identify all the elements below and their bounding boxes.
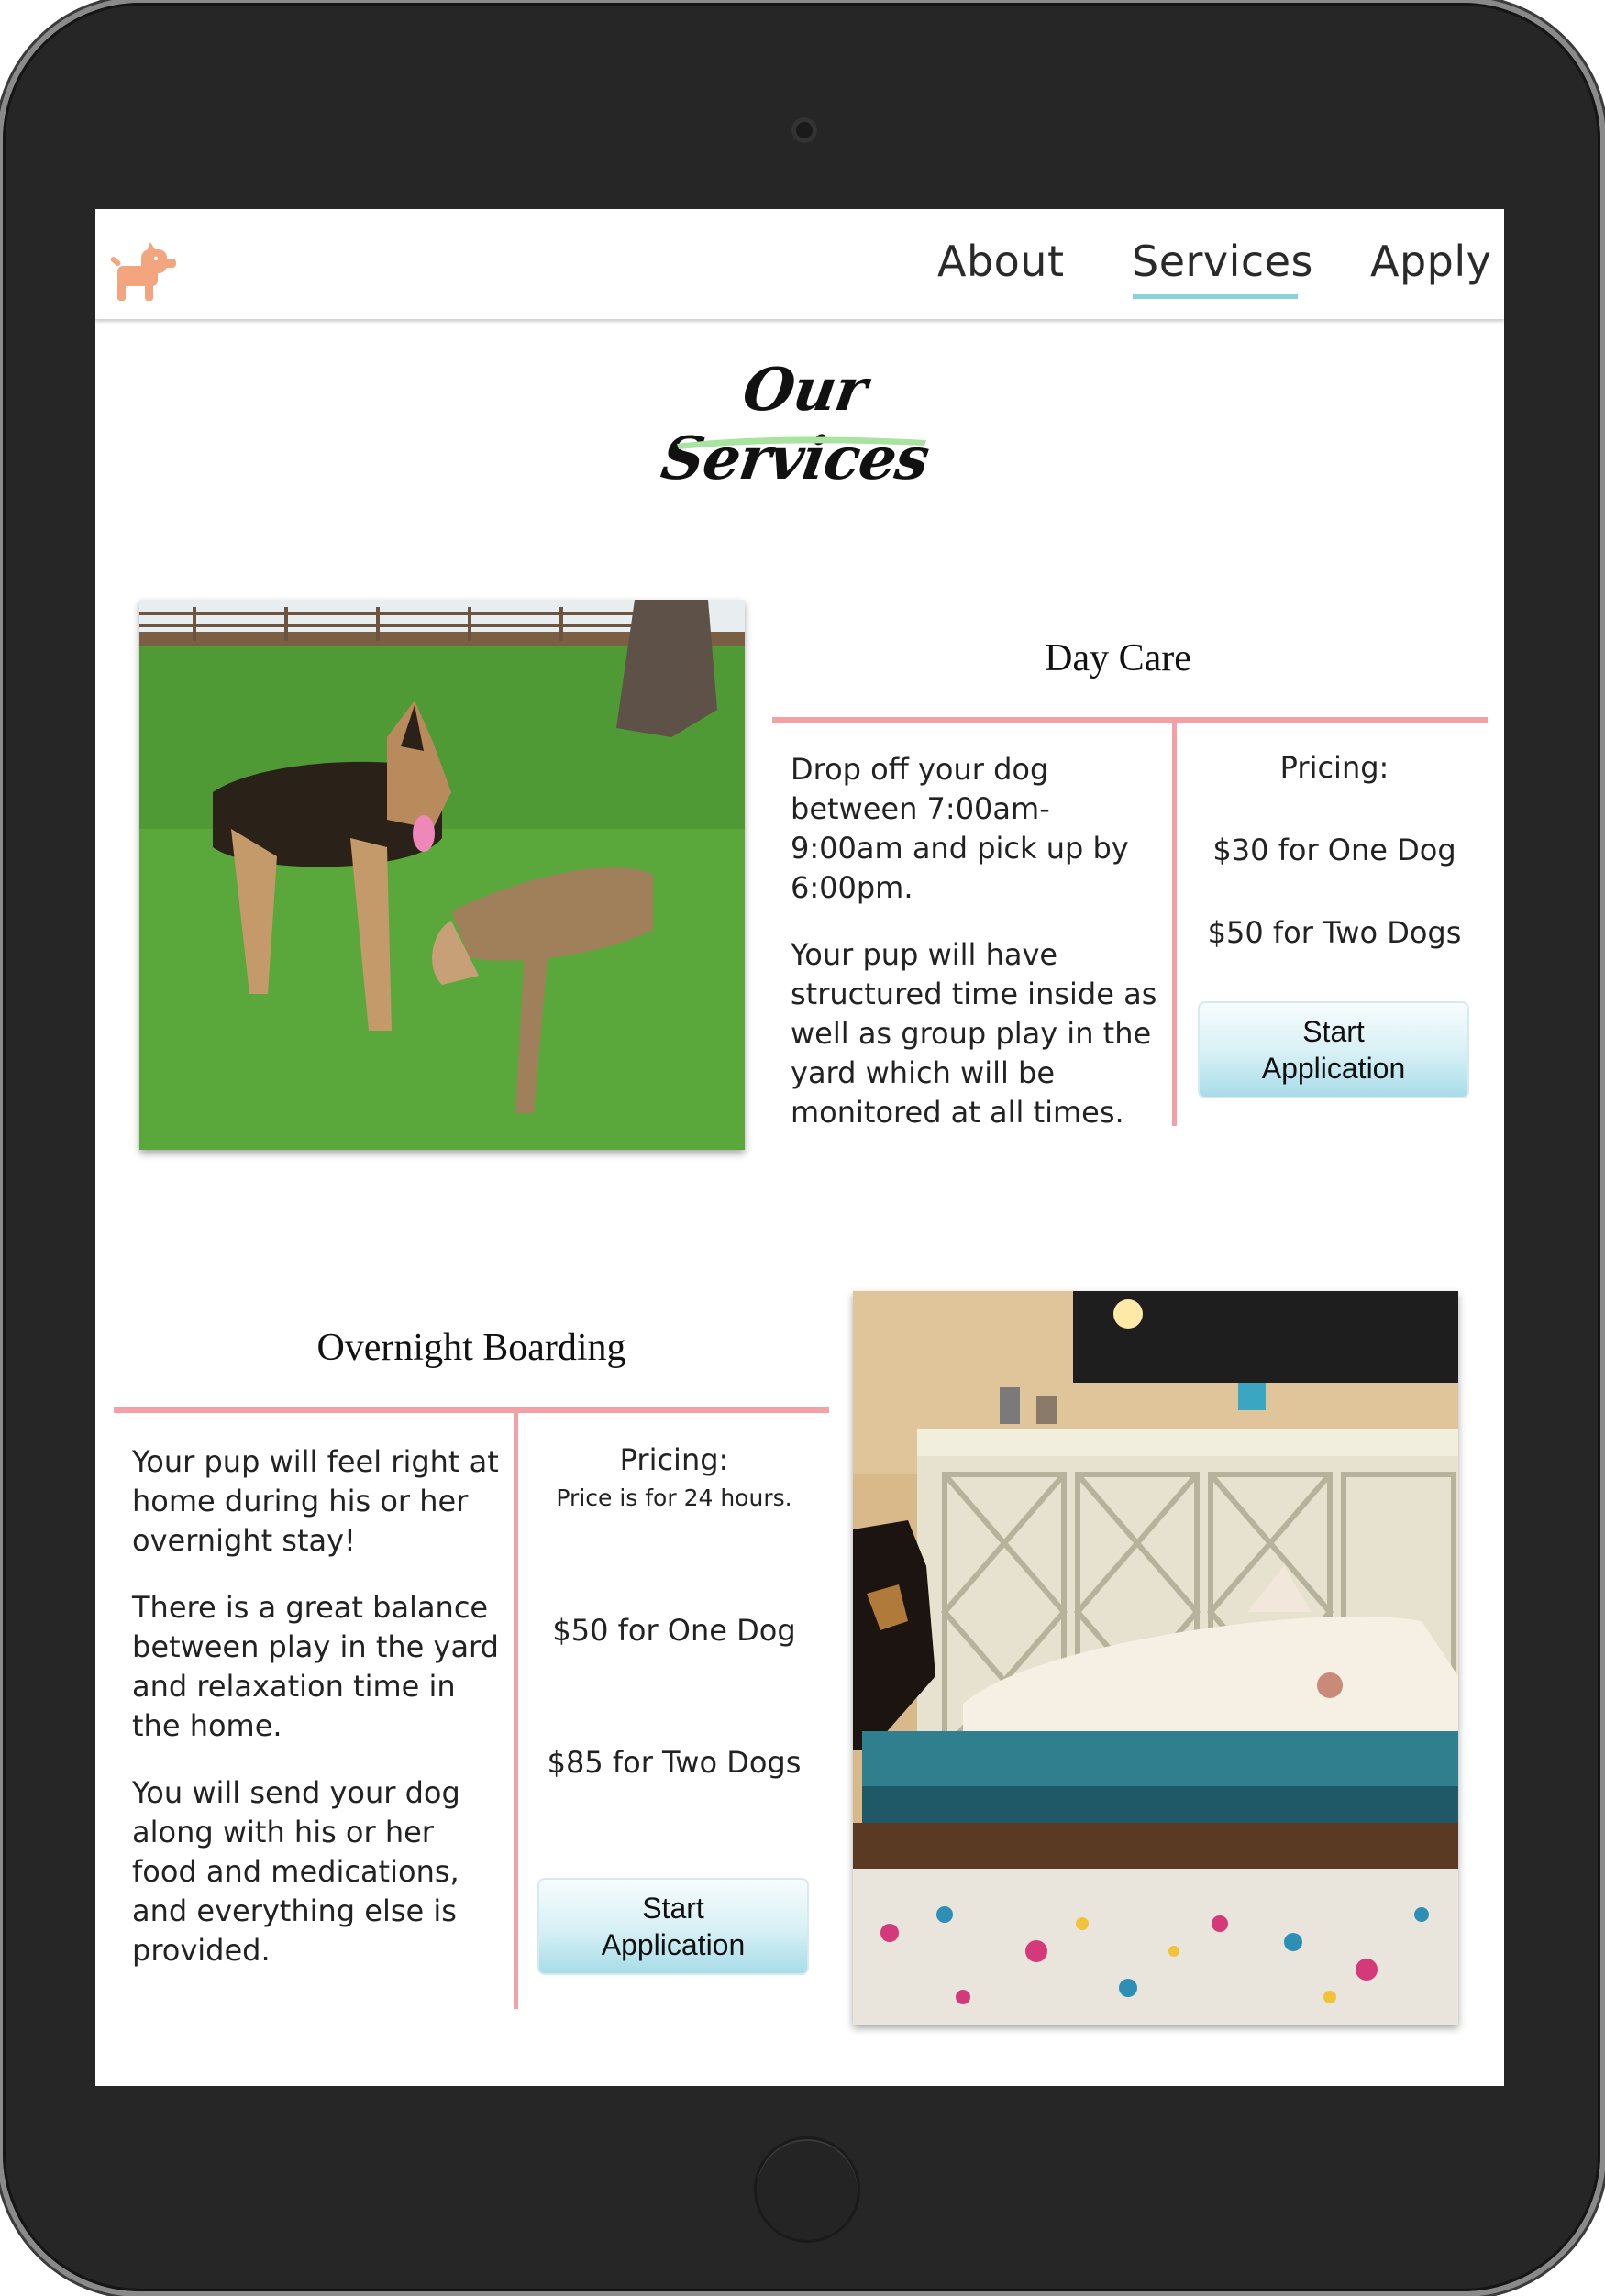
navbar: About Services Apply — [95, 209, 1504, 319]
overnight-pricing: Pricing: Price is for 24 hours. $50 for … — [519, 1442, 829, 1827]
home-button[interactable] — [754, 2136, 860, 2243]
nav-services[interactable]: Services — [1132, 237, 1313, 286]
day-care-description: Drop off your dog between 7:00am-9:00am … — [791, 750, 1157, 1160]
day-care-column-divider — [1172, 723, 1177, 1126]
overnight-start-application-button[interactable]: Start Application — [537, 1878, 809, 1975]
page-title: Our Services — [646, 356, 954, 493]
camera-icon — [791, 117, 817, 143]
day-care-desc-1: Drop off your dog between 7:00am-9:00am … — [791, 752, 1129, 905]
nav-apply[interactable]: Apply — [1370, 237, 1491, 286]
day-care-photo — [139, 600, 745, 1150]
day-care-price-one: $30 for One Dog — [1212, 833, 1456, 867]
day-care-title: Day Care — [1045, 637, 1191, 679]
day-care-price-two: $50 for Two Dogs — [1207, 915, 1462, 950]
overnight-description: Your pup will feel right at home during … — [132, 1442, 499, 1998]
overnight-desc-3: You will send your dog along with his or… — [132, 1775, 460, 1968]
overnight-price-one: $50 for One Dog — [552, 1613, 796, 1648]
nav-about[interactable]: About — [937, 237, 1065, 286]
overnight-column-divider — [514, 1413, 518, 2009]
day-care-desc-2: Your pup will have structured time insid… — [791, 937, 1157, 1130]
nav-active-indicator — [1133, 294, 1298, 299]
overnight-price-two: $85 for Two Dogs — [547, 1745, 802, 1780]
overnight-pricing-label: Pricing: — [619, 1442, 729, 1477]
day-care-divider — [772, 717, 1488, 723]
day-care-start-application-button[interactable]: Start Application — [1198, 1001, 1469, 1098]
brush-underline — [677, 436, 926, 449]
page-title-text: Our Services — [657, 356, 933, 493]
overnight-desc-1: Your pup will feel right at home during … — [132, 1444, 499, 1558]
overnight-divider — [114, 1407, 829, 1413]
overnight-title: Overnight Boarding — [316, 1327, 626, 1369]
overnight-photo — [853, 1291, 1458, 2025]
dog-icon[interactable] — [110, 242, 180, 303]
overnight-desc-2: There is a great balance between play in… — [132, 1590, 499, 1743]
day-care-pricing-label: Pricing: — [1279, 750, 1389, 785]
overnight-pricing-note: Price is for 24 hours. — [556, 1485, 792, 1511]
screen: About Services Apply Our Services Day Ca… — [95, 209, 1504, 2086]
